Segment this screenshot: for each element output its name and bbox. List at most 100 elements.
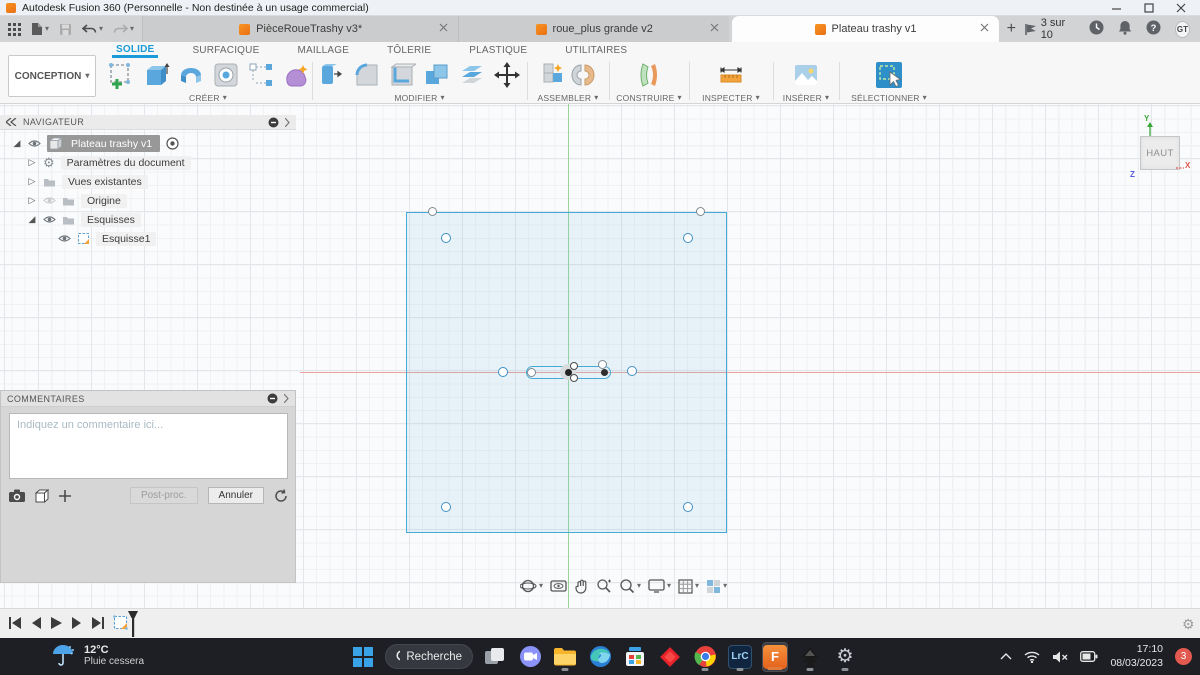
collapsed-triangle-icon[interactable]: ▷ bbox=[27, 176, 37, 187]
app-grid-icon[interactable] bbox=[8, 23, 21, 36]
shell-button[interactable] bbox=[386, 59, 418, 91]
group-label-assembler[interactable]: ASSEMBLER bbox=[538, 93, 592, 103]
postproc-button[interactable]: Post-proc. bbox=[130, 487, 198, 504]
visibility-eye-icon[interactable] bbox=[58, 234, 71, 243]
screenshot-camera-icon[interactable] bbox=[9, 489, 25, 502]
panel-expand-arrow-icon[interactable] bbox=[284, 394, 289, 403]
file-explorer-icon[interactable] bbox=[552, 642, 578, 672]
hidden-icons-chevron[interactable] bbox=[1000, 653, 1012, 660]
close-tab-icon[interactable] bbox=[980, 23, 989, 35]
tree-item-sketches[interactable]: ◢ Esquisses bbox=[0, 210, 296, 229]
file-menu-button[interactable]: ▾ bbox=[31, 22, 49, 36]
collapse-panel-icon[interactable] bbox=[6, 118, 17, 126]
timeline-play-button[interactable] bbox=[50, 616, 63, 630]
viewports-tool[interactable]: ▾ bbox=[706, 579, 727, 594]
combine-button[interactable] bbox=[421, 59, 453, 91]
select-button[interactable] bbox=[873, 59, 905, 91]
undo-button[interactable]: ▾ bbox=[82, 23, 103, 35]
ribbon-tab-plastique[interactable]: PLASTIQUE bbox=[465, 44, 531, 56]
add-icon[interactable] bbox=[59, 490, 71, 502]
timeline-step-back-button[interactable] bbox=[30, 616, 42, 630]
notifications-bell-icon[interactable] bbox=[1118, 20, 1132, 38]
selected-tree-item[interactable]: Plateau trashy v1 bbox=[47, 135, 160, 152]
activate-component-radio-icon[interactable] bbox=[166, 137, 179, 150]
zoom-tool[interactable] bbox=[596, 578, 612, 594]
display-settings-tool[interactable]: ▾ bbox=[648, 579, 671, 593]
close-tab-icon[interactable] bbox=[439, 23, 448, 35]
collapse-all-icon[interactable] bbox=[268, 117, 279, 128]
orbit-tool[interactable]: ▾ bbox=[520, 578, 543, 594]
look-at-tool[interactable] bbox=[550, 579, 567, 593]
sketch-point[interactable] bbox=[428, 207, 437, 216]
group-label-inserer[interactable]: INSÉRER bbox=[783, 93, 822, 103]
minimize-button[interactable] bbox=[1112, 3, 1122, 13]
tree-item-sketch1[interactable]: Esquisse1 bbox=[0, 229, 296, 248]
start-button[interactable] bbox=[350, 642, 376, 672]
move-copy-button[interactable] bbox=[491, 59, 523, 91]
inkscape-icon[interactable] bbox=[797, 642, 823, 672]
tree-item-component[interactable]: ◢ Plateau trashy v1 bbox=[0, 134, 296, 153]
tree-item-origin[interactable]: ▷ Origine bbox=[0, 191, 296, 210]
expanded-triangle-icon[interactable]: ◢ bbox=[12, 138, 22, 149]
fit-view-tool[interactable]: ▾ bbox=[619, 578, 641, 594]
sketch-point[interactable] bbox=[570, 374, 578, 382]
ribbon-tab-maillage[interactable]: MAILLAGE bbox=[293, 44, 353, 56]
create-sketch-button[interactable] bbox=[105, 59, 137, 91]
document-tab[interactable]: PièceRoueTrashy v3* bbox=[142, 16, 458, 42]
timeline-go-to-end-button[interactable] bbox=[91, 616, 105, 630]
joint-button[interactable] bbox=[570, 59, 596, 91]
help-icon[interactable]: ? bbox=[1146, 20, 1161, 38]
sketch-point[interactable] bbox=[527, 368, 536, 377]
insert-image-button[interactable] bbox=[790, 59, 822, 91]
wifi-icon[interactable] bbox=[1024, 651, 1040, 663]
task-view-button[interactable] bbox=[482, 642, 508, 672]
sketch-circle[interactable] bbox=[498, 367, 508, 377]
edge-browser-icon[interactable] bbox=[587, 642, 613, 672]
rectangular-pattern-button[interactable] bbox=[245, 59, 277, 91]
save-button[interactable] bbox=[59, 23, 72, 36]
navigator-panel-header[interactable]: NAVIGATEUR bbox=[0, 115, 296, 130]
timeline-settings-gear-icon[interactable]: ⚙ bbox=[1182, 616, 1195, 633]
panel-expand-arrow-icon[interactable] bbox=[285, 118, 290, 127]
red-diamond-app-icon[interactable] bbox=[657, 642, 683, 672]
attach-view-cube-icon[interactable] bbox=[35, 489, 49, 503]
extrude-button[interactable] bbox=[140, 59, 172, 91]
sketch-point[interactable] bbox=[598, 360, 607, 369]
teams-chat-icon[interactable] bbox=[517, 642, 543, 672]
sketch-origin-point[interactable] bbox=[565, 369, 572, 376]
group-label-modifier[interactable]: MODIFIER bbox=[394, 93, 437, 103]
collapsed-triangle-icon[interactable]: ▷ bbox=[27, 195, 37, 206]
chrome-browser-icon[interactable] bbox=[692, 642, 718, 672]
taskbar-search[interactable]: Recherche bbox=[385, 644, 473, 669]
timeline-step-forward-button[interactable] bbox=[71, 616, 83, 630]
close-button[interactable] bbox=[1176, 3, 1186, 13]
sketch-point[interactable] bbox=[601, 369, 608, 376]
redo-button[interactable]: ▾ bbox=[113, 23, 134, 35]
timeline-position-marker[interactable] bbox=[127, 611, 139, 637]
sketch-circle[interactable] bbox=[683, 233, 693, 243]
sketch-circle[interactable] bbox=[627, 366, 637, 376]
clock-widget[interactable]: 17:10 08/03/2023 bbox=[1110, 643, 1163, 670]
tree-item-named-views[interactable]: ▷ Vues existantes bbox=[0, 172, 296, 191]
battery-icon[interactable] bbox=[1080, 651, 1098, 662]
sketch-point[interactable] bbox=[696, 207, 705, 216]
viewcube-face-top[interactable]: HAUT bbox=[1140, 136, 1180, 170]
extension-clock-icon[interactable] bbox=[1089, 20, 1104, 38]
lightroom-classic-icon[interactable]: LrC bbox=[727, 642, 753, 672]
hole-button[interactable] bbox=[210, 59, 242, 91]
new-tab-button[interactable]: + bbox=[999, 16, 1024, 42]
document-tab-active[interactable]: Plateau trashy v1 bbox=[732, 16, 999, 42]
ribbon-tab-solide[interactable]: SOLIDE bbox=[112, 43, 158, 58]
expanded-triangle-icon[interactable]: ◢ bbox=[27, 214, 37, 225]
view-cube[interactable]: Y HAUT X Z bbox=[1128, 114, 1194, 182]
refresh-icon[interactable] bbox=[274, 489, 288, 503]
grid-settings-tool[interactable]: ▾ bbox=[678, 579, 699, 594]
comment-input[interactable] bbox=[9, 413, 288, 479]
notification-count-badge[interactable]: 3 bbox=[1175, 648, 1192, 665]
visibility-eye-icon[interactable] bbox=[43, 215, 56, 224]
group-label-selectionner[interactable]: SÉLECTIONNER bbox=[851, 93, 920, 103]
group-label-inspecter[interactable]: INSPECTER bbox=[702, 93, 752, 103]
press-pull-button[interactable] bbox=[316, 59, 348, 91]
ribbon-tab-utilitaires[interactable]: UTILITAIRES bbox=[561, 44, 631, 56]
model-canvas[interactable]: Y HAUT X Z NAVIGATEUR ◢ Plateau trashy v… bbox=[0, 104, 1200, 608]
